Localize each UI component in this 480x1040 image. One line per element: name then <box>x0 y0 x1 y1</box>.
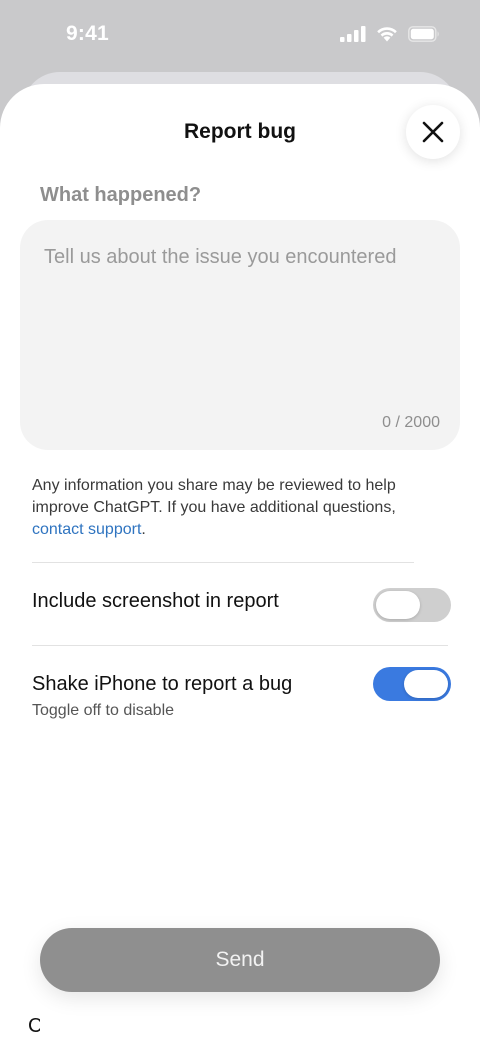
screenshot-setting-label: Include screenshot in report <box>32 590 279 612</box>
toggle-knob <box>376 591 420 619</box>
shake-setting-sublabel: Toggle off to disable <box>32 702 175 719</box>
cellular-signal-icon <box>340 26 366 42</box>
character-count: 0 / 2000 <box>382 414 440 431</box>
include-screenshot-toggle[interactable] <box>373 588 451 622</box>
shake-to-report-toggle[interactable] <box>373 667 451 701</box>
close-button[interactable] <box>406 105 460 159</box>
privacy-disclaimer: Any information you share may be reviewe… <box>32 475 432 541</box>
section-label: What happened? <box>40 184 202 206</box>
contact-support-link[interactable]: contact support <box>32 521 141 538</box>
wifi-icon <box>377 27 397 42</box>
status-bar: 9:41 <box>0 0 480 72</box>
divider <box>32 645 448 646</box>
close-icon <box>422 121 444 143</box>
divider <box>32 562 414 563</box>
send-button[interactable]: Send <box>40 928 440 992</box>
disclaimer-suffix: . <box>141 521 146 538</box>
issue-textarea-container[interactable]: 0 / 2000 <box>20 220 460 450</box>
toggle-knob <box>404 670 448 698</box>
status-icons <box>340 26 440 42</box>
shake-setting-label: Shake iPhone to report a bug <box>32 673 293 695</box>
partially-hidden-text: C <box>28 1016 40 1037</box>
status-time: 9:41 <box>66 22 109 45</box>
disclaimer-text: Any information you share may be reviewe… <box>32 477 396 516</box>
issue-description-input[interactable] <box>20 220 460 400</box>
battery-icon <box>408 26 439 42</box>
